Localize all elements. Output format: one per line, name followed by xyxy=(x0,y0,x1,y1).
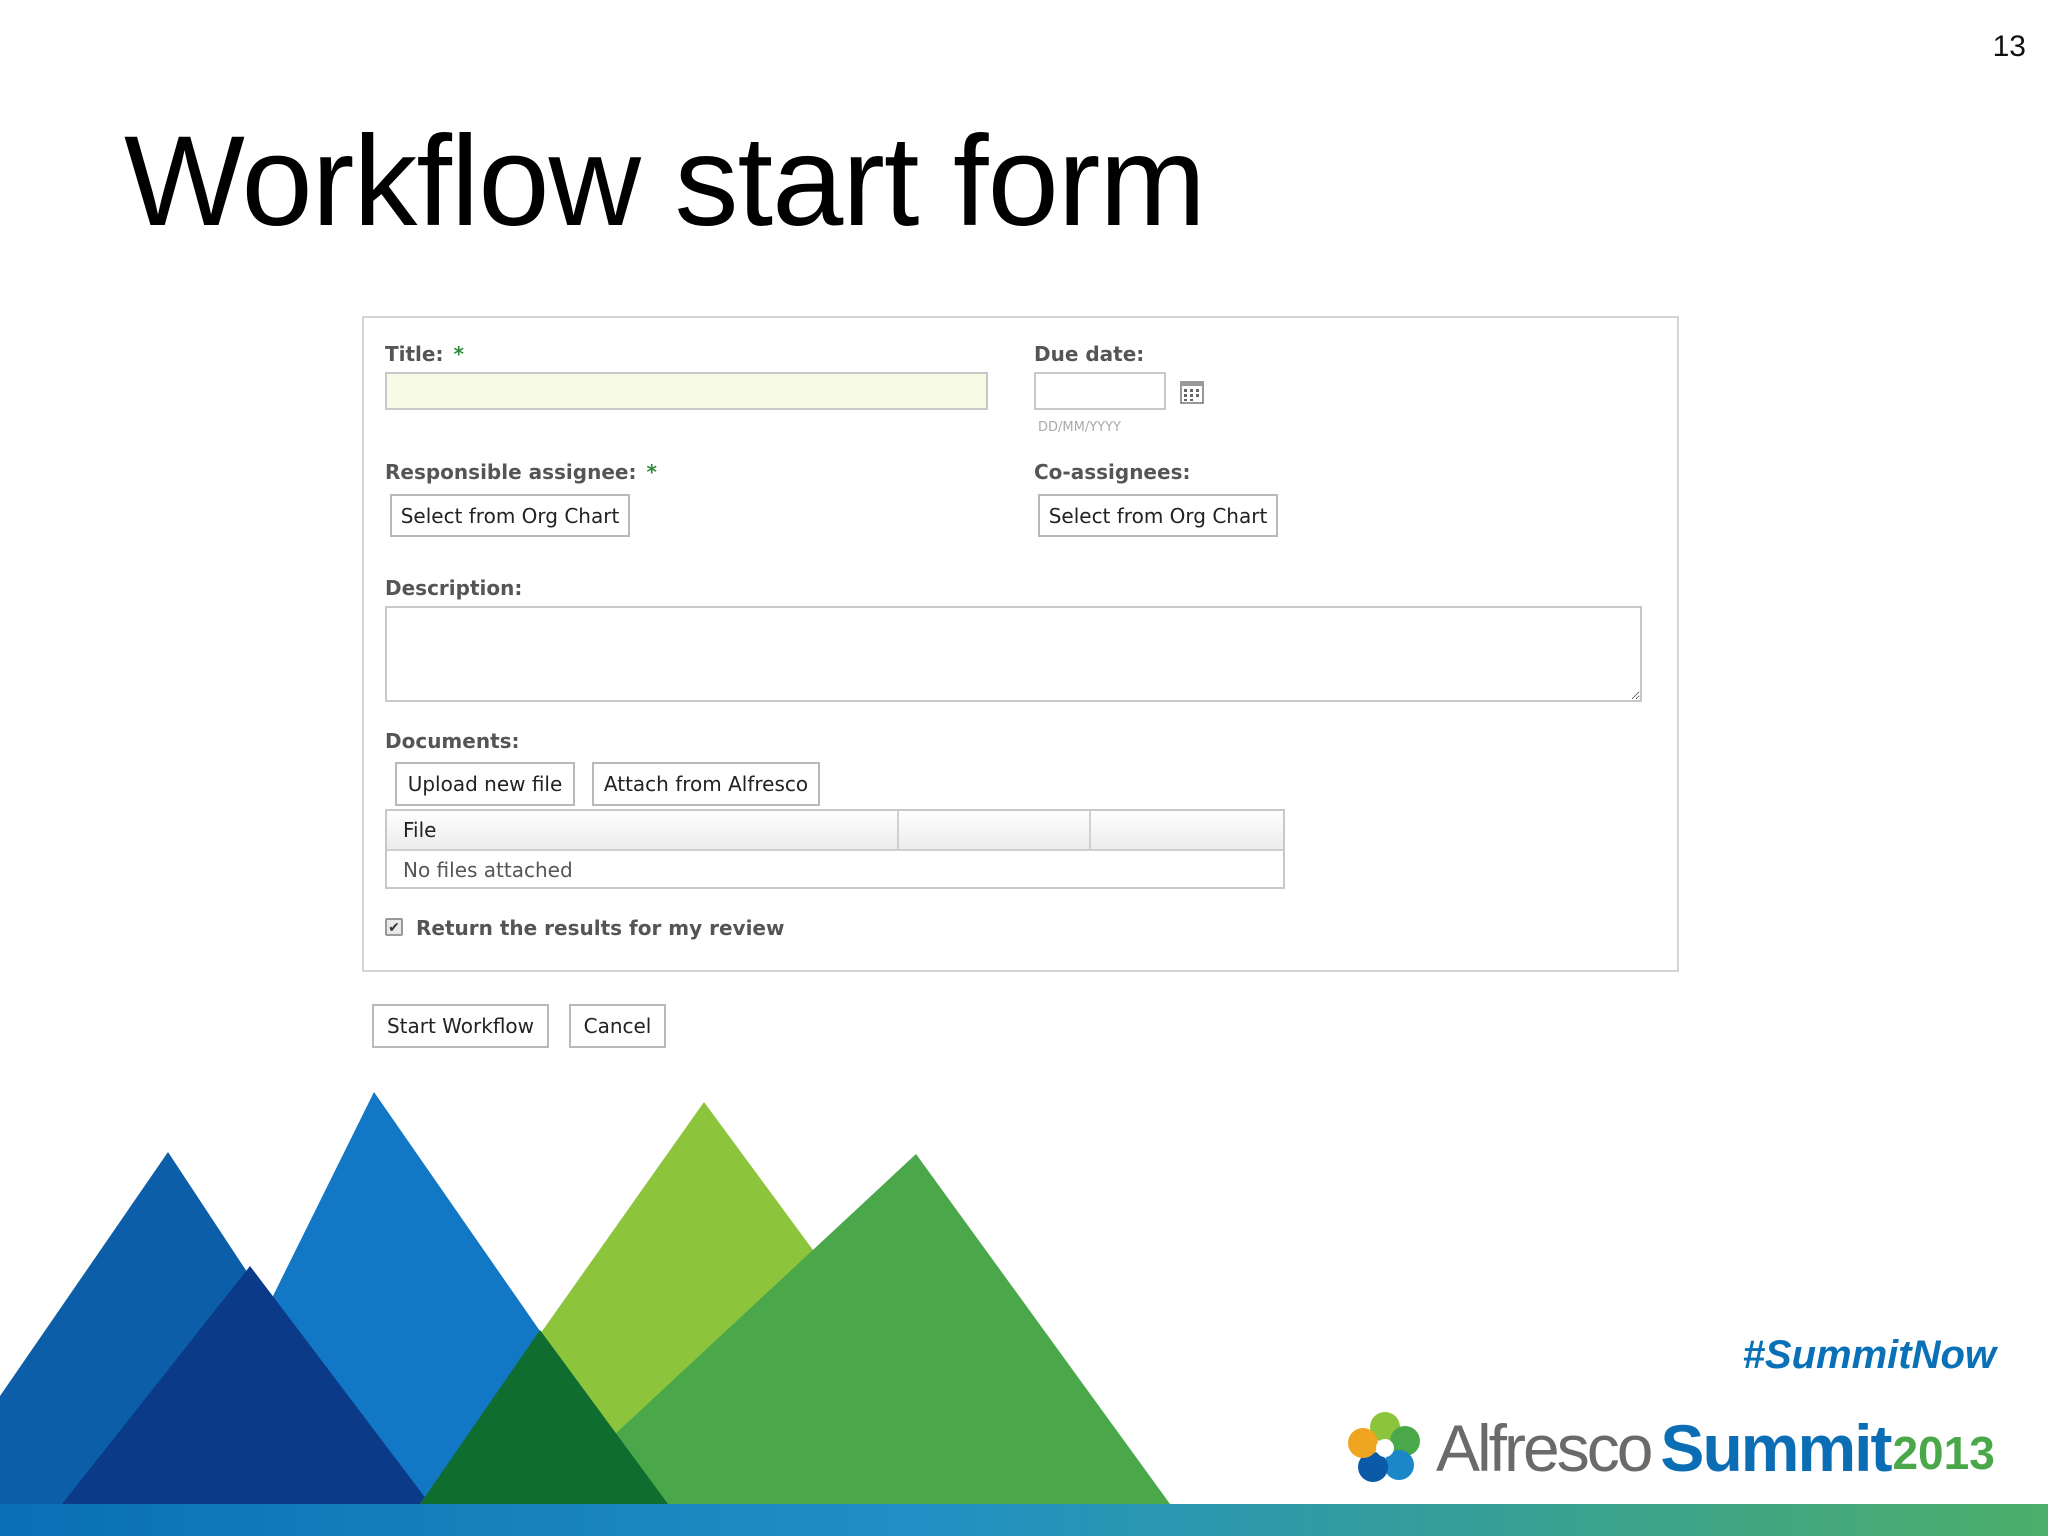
files-column-file[interactable]: File xyxy=(387,811,899,849)
logo-alfresco-text: Alfresco xyxy=(1436,1411,1653,1485)
logo-summit-text: Summit xyxy=(1660,1411,1892,1485)
files-column-3 xyxy=(1091,811,1283,849)
alfresco-summit-logo: Alfresco Summit 2013 xyxy=(1344,1408,1995,1488)
cancel-button[interactable]: Cancel xyxy=(569,1004,666,1048)
documents-label: Documents: xyxy=(385,729,520,753)
files-empty-message: No files attached xyxy=(403,858,573,882)
hashtag: #SummitNow xyxy=(1742,1333,1996,1377)
checkmark-icon: ✔ xyxy=(388,919,400,935)
slide-number: 13 xyxy=(1992,30,2026,63)
select-responsible-org-chart-button[interactable]: Select from Org Chart xyxy=(390,494,630,537)
upload-new-file-button[interactable]: Upload new file xyxy=(395,762,575,806)
description-label: Description: xyxy=(385,576,523,600)
start-workflow-button[interactable]: Start Workflow xyxy=(372,1004,549,1048)
title-input[interactable] xyxy=(385,372,988,410)
due-date-input[interactable] xyxy=(1034,372,1166,410)
title-label-text: Title: xyxy=(385,342,444,366)
workflow-form-panel: Title: * Due date: DD/MM/YYYY Responsible… xyxy=(362,316,1679,972)
attach-from-alfresco-button[interactable]: Attach from Alfresco xyxy=(592,762,820,806)
co-assignees-label: Co-assignees: xyxy=(1034,460,1191,484)
select-co-assignees-org-chart-button[interactable]: Select from Org Chart xyxy=(1038,494,1278,537)
required-mark: * xyxy=(646,460,657,484)
description-textarea[interactable] xyxy=(385,606,1642,702)
due-date-format-hint: DD/MM/YYYY xyxy=(1038,420,1121,435)
footer-bar xyxy=(0,1504,2048,1536)
alfresco-flower-icon xyxy=(1348,1412,1420,1482)
required-mark: * xyxy=(453,342,464,366)
calendar-icon[interactable] xyxy=(1180,380,1204,404)
files-column-2 xyxy=(899,811,1091,849)
responsible-assignee-label-text: Responsible assignee: xyxy=(385,460,637,484)
due-date-label: Due date: xyxy=(1034,342,1145,366)
slide-title: Workflow start form xyxy=(124,110,1206,253)
title-label: Title: * xyxy=(385,342,464,366)
responsible-assignee-label: Responsible assignee: * xyxy=(385,460,657,484)
logo-year-text: 2013 xyxy=(1892,1427,1995,1479)
files-table: File No files attached xyxy=(385,809,1285,889)
return-results-checkbox[interactable]: ✔ xyxy=(385,918,403,936)
return-results-label: Return the results for my review xyxy=(416,916,785,940)
files-table-header: File xyxy=(387,811,1283,851)
mountains-graphic xyxy=(0,1092,1170,1504)
